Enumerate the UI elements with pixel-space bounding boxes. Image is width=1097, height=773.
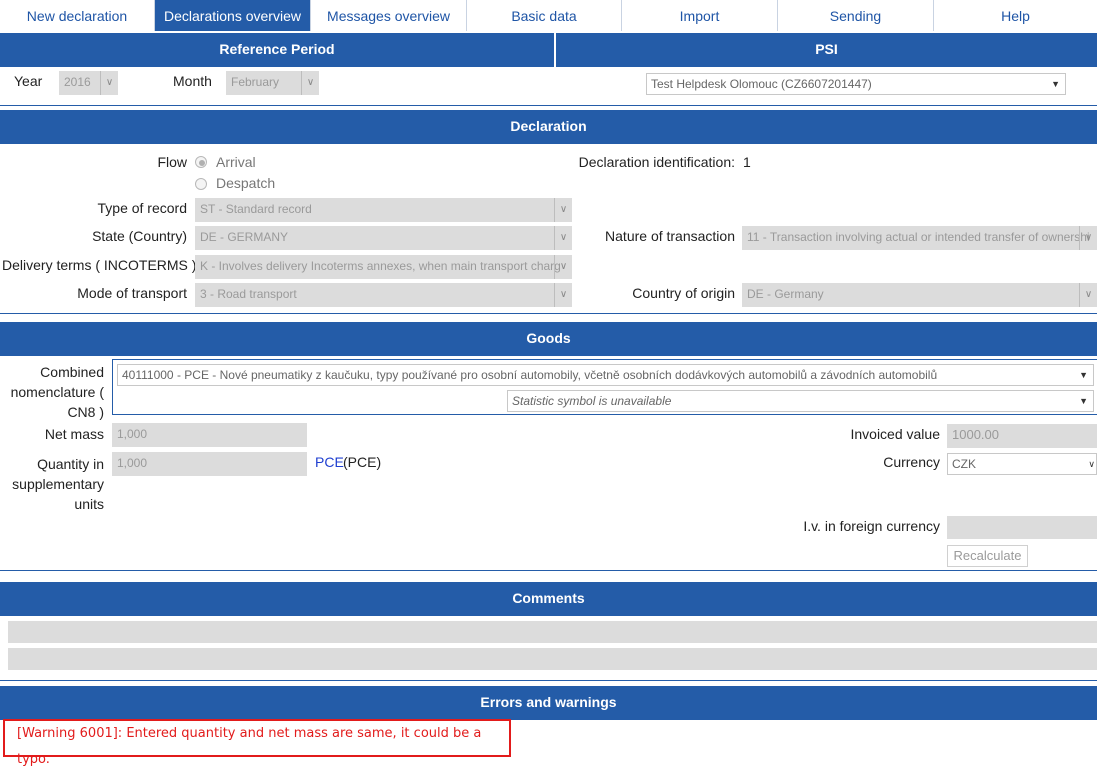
caret-down-icon: ∨: [1088, 459, 1095, 469]
flow-arrival-radio[interactable]: [195, 156, 207, 168]
type-of-record-select[interactable]: ST - Standard record ∨: [195, 198, 572, 222]
invoiced-value-label: Invoiced value: [850, 426, 940, 442]
currency-select[interactable]: CZK ∨: [947, 453, 1097, 475]
combined-nomenclature-label: Combined nomenclature ( CN8 ): [10, 364, 104, 420]
tab-import[interactable]: Import: [622, 0, 778, 31]
cn-value: 40111000 - PCE - Nové pneumatiky z kauču…: [122, 368, 938, 382]
iv-foreign-currency-input[interactable]: [947, 516, 1097, 539]
invoiced-value-input[interactable]: 1000.00: [947, 424, 1097, 448]
tab-help[interactable]: Help: [934, 0, 1097, 31]
psi-header: PSI: [556, 33, 1097, 67]
year-value: 2016: [64, 75, 91, 89]
year-label: Year: [14, 73, 43, 89]
psi-value: Test Helpdesk Olomouc (CZ6607201447): [651, 77, 872, 91]
country-of-origin-value: DE - Germany: [747, 287, 824, 301]
statistic-symbol-value: Statistic symbol is unavailable: [512, 394, 672, 408]
caret-down-icon: ▼: [1079, 396, 1088, 406]
divider: [0, 680, 1097, 681]
tab-sending[interactable]: Sending: [778, 0, 934, 31]
net-mass-input[interactable]: 1,000: [112, 423, 307, 447]
type-of-record-value: ST - Standard record: [200, 202, 312, 216]
errors-header: Errors and warnings: [0, 686, 1097, 720]
country-of-origin-select[interactable]: DE - Germany ∨: [742, 283, 1097, 307]
comments-header: Comments: [0, 582, 1097, 616]
currency-label: Currency: [883, 454, 940, 470]
comment-field-1[interactable]: [8, 621, 1097, 643]
flow-despatch-label: Despatch: [216, 175, 276, 191]
mode-of-transport-value: 3 - Road transport: [200, 287, 297, 301]
nature-of-transaction-select[interactable]: 11 - Transaction involving actual or int…: [742, 226, 1097, 250]
delivery-terms-label: Delivery terms ( INCOTERMS ): [2, 257, 197, 273]
declaration-id-label: Declaration identification:: [578, 154, 735, 170]
net-mass-label: Net mass: [44, 426, 104, 442]
tab-new-declaration[interactable]: New declaration: [0, 0, 155, 31]
comment-field-2[interactable]: [8, 648, 1097, 670]
unit-link[interactable]: PCE: [315, 454, 344, 470]
declaration-id-value: 1: [743, 154, 751, 170]
declaration-header: Declaration: [0, 110, 1097, 144]
currency-value: CZK: [952, 457, 976, 471]
divider: [0, 570, 1097, 571]
flow-despatch-radio[interactable]: [195, 178, 207, 190]
nature-of-transaction-label: Nature of transaction: [605, 228, 735, 244]
tab-declarations-overview[interactable]: Declarations overview: [155, 0, 311, 31]
state-select[interactable]: DE - GERMANY ∨: [195, 226, 572, 250]
reference-period-header: Reference Period: [0, 33, 554, 67]
flow-label: Flow: [157, 154, 187, 170]
statistic-symbol-select[interactable]: Statistic symbol is unavailable ▼: [507, 390, 1094, 412]
nature-of-transaction-value: 11 - Transaction involving actual or int…: [747, 230, 1090, 244]
recalculate-button[interactable]: Recalculate: [947, 545, 1028, 567]
chevron-down-icon: ∨: [1079, 226, 1097, 250]
tab-basic-data[interactable]: Basic data: [467, 0, 622, 31]
quantity-input[interactable]: 1,000: [112, 452, 307, 476]
state-label: State (Country): [92, 228, 187, 244]
goods-header: Goods: [0, 322, 1097, 356]
chevron-down-icon: ∨: [554, 255, 572, 279]
chevron-down-icon: ∨: [1079, 283, 1097, 307]
year-select[interactable]: 2016 ∨: [59, 71, 118, 95]
flow-arrival-label: Arrival: [216, 154, 256, 170]
tab-messages-overview[interactable]: Messages overview: [311, 0, 467, 31]
divider: [0, 313, 1097, 314]
unit-suffix: (PCE): [343, 454, 382, 470]
cn-select[interactable]: 40111000 - PCE - Nové pneumatiky z kauču…: [117, 364, 1094, 386]
state-value: DE - GERMANY: [200, 230, 289, 244]
chevron-down-icon: ∨: [554, 198, 572, 222]
warning-message: [Warning 6001]: Entered quantity and net…: [3, 719, 511, 767]
caret-down-icon: ▼: [1079, 370, 1088, 380]
psi-select[interactable]: Test Helpdesk Olomouc (CZ6607201447) ▼: [646, 73, 1066, 95]
caret-down-icon: ▼: [1051, 79, 1060, 89]
delivery-terms-value: K - Involves delivery Incoterms annexes,…: [200, 259, 561, 273]
main-tab-bar: New declaration Declarations overview Me…: [0, 0, 1097, 31]
delivery-terms-select[interactable]: K - Involves delivery Incoterms annexes,…: [195, 255, 572, 279]
divider: [0, 105, 1097, 106]
quantity-label: Quantity in supplementary units: [12, 456, 104, 512]
chevron-down-icon: ∨: [301, 71, 319, 95]
type-of-record-label: Type of record: [97, 200, 188, 216]
mode-of-transport-select[interactable]: 3 - Road transport ∨: [195, 283, 572, 307]
mode-of-transport-label: Mode of transport: [77, 285, 187, 301]
month-label: Month: [173, 73, 212, 89]
country-of-origin-label: Country of origin: [632, 285, 735, 301]
month-value: February: [231, 75, 280, 89]
chevron-down-icon: ∨: [100, 71, 118, 95]
iv-foreign-currency-label: I.v. in foreign currency: [803, 518, 940, 534]
month-select[interactable]: February ∨: [226, 71, 319, 95]
